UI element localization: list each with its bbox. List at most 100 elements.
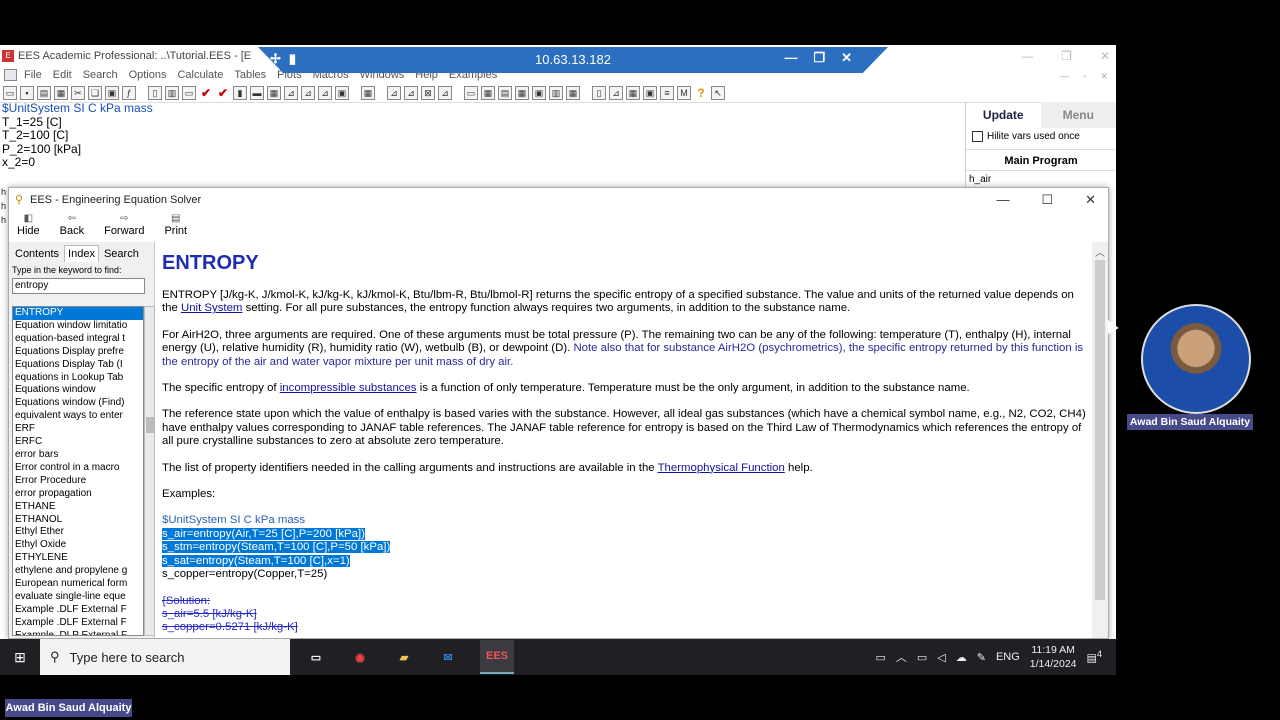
remote-restore-icon[interactable]: ❐ [813,50,825,66]
index-list-item[interactable]: equation-based integral t [13,333,143,346]
units-icon[interactable]: ≡ [660,85,674,100]
menu-calculate[interactable]: Calculate [177,69,223,81]
menu-tab[interactable]: Menu [1040,102,1116,128]
index-list-item[interactable]: ERFC [13,436,143,449]
calculator-icon[interactable]: ▦ [361,85,375,100]
index-list-item[interactable]: equations in Lookup Tab [13,372,143,385]
index-list-item[interactable]: Error control in a macro [13,462,143,475]
save-icon[interactable]: ▪ [20,85,34,100]
formatted-equations-icon[interactable]: ▥ [165,85,179,100]
hide-button[interactable]: ◧ Hide [17,212,40,237]
open-icon[interactable]: ▭ [3,85,17,100]
check-icon[interactable]: ✔ [199,86,213,100]
close-icon[interactable]: ✕ [1100,49,1110,63]
taskbar-search-box[interactable]: ⚲ Type here to search [40,639,290,675]
forward-button[interactable]: ⇨ Forward [104,212,144,237]
example-line-selected[interactable]: s_stm=entropy(Steam,T=100 [C],P=50 [kPa]… [162,541,391,554]
solve-icon[interactable]: ✔ [216,86,230,100]
plot-window-icon[interactable]: ⊿ [387,85,401,100]
chart-icon[interactable]: ⊿ [609,85,623,100]
index-list-item[interactable]: Ethyl Oxide [13,539,143,552]
tab-search[interactable]: Search [101,246,142,262]
copy-icon[interactable]: ❏ [88,85,102,100]
index-list-item[interactable]: ethylene and propylene g [13,565,143,578]
minimize-icon[interactable]: — [1021,49,1033,63]
update-tab[interactable]: Update [966,108,1041,122]
equation-line[interactable]: x_2=0 [2,155,960,170]
index-list-item[interactable]: Equations window [13,384,143,397]
hilite-checkbox[interactable] [972,130,983,142]
index-list-item[interactable]: Equations Display Tab (I [13,359,143,372]
min-max-icon[interactable]: ▬ [250,85,264,100]
keyboard-icon[interactable]: ▭ [875,651,885,664]
index-list-item[interactable]: Equations window (Find) [13,397,143,410]
menu-tables[interactable]: Tables [234,69,266,81]
menu-search[interactable]: Search [83,69,118,81]
equations-window[interactable]: $UnitSystem SI C kPa mass T_1=25 [C] T_2… [0,101,960,192]
back-button[interactable]: ⇦ Back [60,212,84,237]
computational-flow-icon[interactable]: ▥ [549,85,563,100]
property-plot-icon[interactable]: ⊿ [301,85,315,100]
help-maximize-icon[interactable]: ☐ [1041,192,1053,208]
task-view-icon[interactable]: ▭ [304,645,328,669]
index-list-item[interactable]: Equations Display prefre [13,346,143,359]
example-line-selected[interactable]: s_sat=entropy(Steam,T=100 [C],x=1) [162,554,350,567]
index-list-item[interactable]: ERF [13,423,143,436]
unit-system-link[interactable]: Unit System [181,302,242,314]
index-list-item[interactable]: ETHYLENE [13,552,143,565]
remote-close-icon[interactable]: ✕ [841,50,852,66]
index-list-item[interactable]: Example .DLF External F [13,617,143,630]
parametric-table-icon[interactable]: ▦ [267,85,281,100]
index-list-item[interactable]: ETHANOL [13,514,143,527]
solve-table-icon[interactable]: ▮ [233,85,247,100]
taskbar-clock[interactable]: 11:19 AM 1/14/2024 [1030,643,1077,671]
paste-icon[interactable]: ▣ [105,85,119,100]
mdi-close-icon[interactable]: ✕ [1100,71,1108,82]
volume-icon[interactable]: ◁ [937,651,945,664]
image-icon[interactable]: ▣ [643,85,657,100]
mdi-minimize-icon[interactable]: — [1060,71,1069,82]
index-list-item[interactable]: Example .DLP External F [13,630,143,635]
equation-line[interactable]: P_2=100 [kPa] [2,142,960,157]
print-preview-icon[interactable]: ▦ [54,85,68,100]
help-close-icon[interactable]: ✕ [1085,192,1096,208]
index-list-item[interactable]: Example .DLF External F [13,604,143,617]
index-list-item[interactable]: error bars [13,449,143,462]
arrays-window-icon[interactable]: ▦ [481,85,495,100]
plot-window-2-icon[interactable]: ⊿ [404,85,418,100]
index-list-item[interactable]: ETHANE [13,501,143,514]
menu-edit[interactable]: Edit [53,69,72,81]
example-line[interactable]: s_copper=entropy(Copper,T=25) [162,568,1092,581]
index-list-item[interactable]: evaluate single-line eque [13,591,143,604]
document-icon[interactable] [4,69,17,81]
scroll-up-icon[interactable]: ︿ [1095,244,1105,259]
plot-window-4-icon[interactable]: ⊿ [438,85,452,100]
equations-window-icon[interactable]: ▯ [148,85,162,100]
chrome-icon[interactable]: ◉ [348,645,372,669]
menu-options[interactable]: Options [129,69,167,81]
windows-start-icon[interactable]: ⊞ [0,649,40,666]
mdi-restore-icon[interactable]: ▫ [1083,71,1086,82]
table-icon[interactable]: ▦ [626,85,640,100]
index-list[interactable]: ENTROPY Equation window limitatio equation… [12,306,144,636]
show-hidden-icons[interactable]: ︿ [896,649,907,665]
solution-window-icon[interactable]: ▭ [182,85,196,100]
uncertainty-icon[interactable]: ▦ [566,85,580,100]
equation-line[interactable]: T_2=100 [C] [2,128,960,143]
main-program-header[interactable]: Main Program [966,149,1116,171]
file-explorer-icon[interactable]: ▰ [392,645,416,669]
index-list-item[interactable]: equivalent ways to enter [13,410,143,423]
help-icon[interactable]: ? [694,86,708,100]
index-scrollbar[interactable] [144,306,155,636]
function-info-icon[interactable]: ƒ [122,85,136,100]
outlook-icon[interactable]: ✉ [436,645,460,669]
print-button[interactable]: ▤ Print [164,212,187,237]
incompressible-substances-link[interactable]: incompressible substances [280,382,417,394]
example-line-selected[interactable]: s_air=entropy(Air,T=25 [C],P=200 [kPa]) [162,527,365,540]
thermophysical-function-link[interactable]: Thermophysical Function [658,462,785,474]
keyword-input[interactable]: entropy [12,278,145,294]
index-list-item[interactable]: Equation window limitatio [13,320,143,333]
language-indicator[interactable]: ENG [996,651,1020,663]
integral-table-icon[interactable]: ▤ [498,85,512,100]
diagram-icon[interactable]: ▣ [335,85,349,100]
